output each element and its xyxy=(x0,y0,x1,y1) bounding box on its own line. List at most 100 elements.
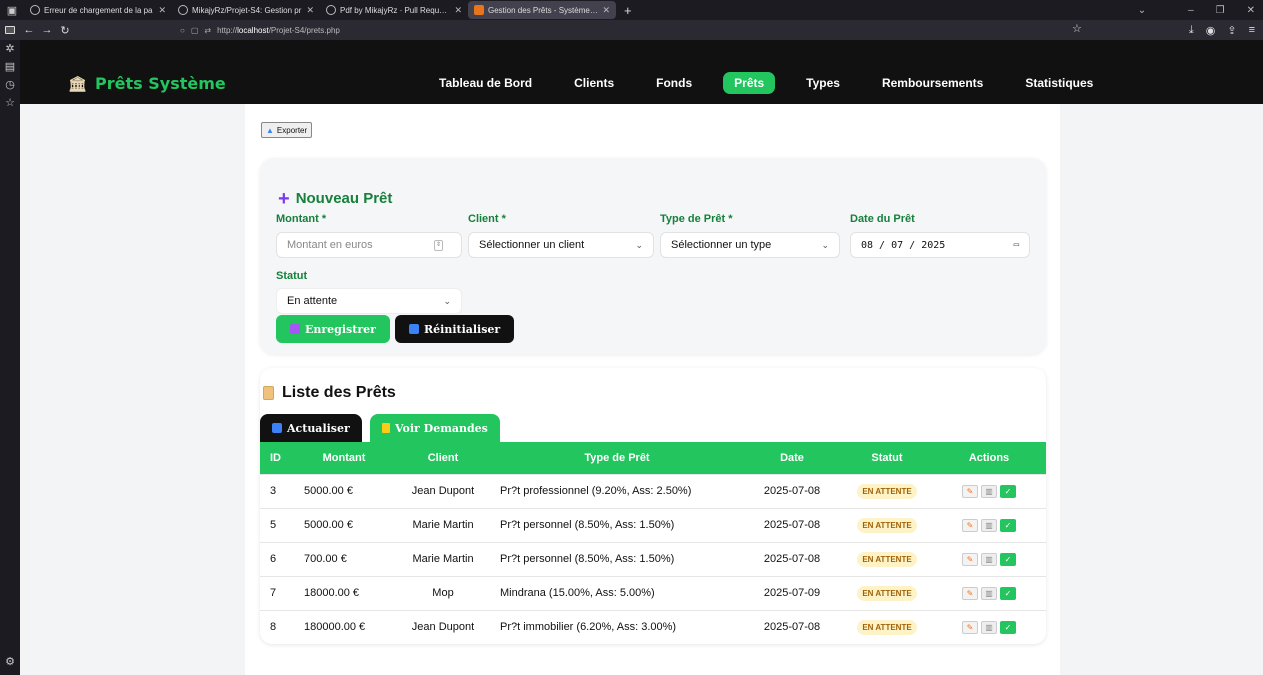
settings-gear-icon[interactable]: ⚙ xyxy=(0,653,20,671)
loans-table: ID Montant Client Type de Prêt Date Stat… xyxy=(260,442,1046,644)
browser-tab-bar: ▣ Erreur de chargement de la pa ✕ Mikajy… xyxy=(0,0,1263,20)
export-icon: ▲ xyxy=(266,125,274,135)
extensions-icon[interactable]: ⇪ xyxy=(1227,24,1236,37)
tab-title: Pdf by MikajyRz · Pull Request # xyxy=(340,5,451,15)
github-icon xyxy=(326,5,336,15)
restore-icon[interactable]: ❐ xyxy=(1216,5,1225,16)
url-bar[interactable]: ○ ▢ ⇄ http://localhost/Projet-S4/prets.p… xyxy=(180,22,1110,38)
close-window-icon[interactable]: ✕ xyxy=(1247,5,1255,16)
delete-trash-icon[interactable]: ▥ xyxy=(981,620,997,634)
montant-input[interactable]: Montant en euros ⇕ xyxy=(276,232,462,258)
edit-pencil-icon[interactable]: ✎ xyxy=(962,518,978,532)
close-tab-icon[interactable]: ✕ xyxy=(158,5,166,16)
cell-client: Jean Dupont xyxy=(394,473,492,508)
menu-icon[interactable]: ≡ xyxy=(1249,24,1255,36)
cell-statut: EN ATTENTE xyxy=(842,507,932,542)
cell-id: 8 xyxy=(260,609,294,644)
new-tab-icon[interactable]: + xyxy=(616,3,640,18)
browser-tab[interactable]: MikajyRz/Projet-S4: Gestion pr ✕ xyxy=(172,1,320,19)
back-icon[interactable]: ← xyxy=(20,24,38,36)
menu-item-remboursements[interactable]: Remboursements xyxy=(871,72,994,94)
menu-item-clients[interactable]: Clients xyxy=(563,72,625,94)
cell-actions: ✎ ▥ ✓ xyxy=(932,541,1046,576)
menu-item-prets[interactable]: Prêts xyxy=(723,72,776,94)
bookmarks-icon[interactable]: ☆ xyxy=(0,94,20,112)
calendar-icon[interactable]: ▭ xyxy=(1014,240,1019,250)
browser-tab[interactable]: Pdf by MikajyRz · Pull Request # ✕ xyxy=(320,1,468,19)
ai-chat-icon[interactable]: ✲ xyxy=(0,40,20,58)
table-row: 5 5000.00 € Marie Martin Pr?t personnel … xyxy=(260,507,1046,542)
sidebar-toggle-icon[interactable] xyxy=(0,20,20,40)
approve-check-icon[interactable]: ✓ xyxy=(1000,484,1016,498)
browser-sidebar: ✲ ▤ ◷ ☆ ⚙ xyxy=(0,40,20,675)
edit-pencil-icon[interactable]: ✎ xyxy=(962,620,978,634)
date-value: 08 / 07 / 2025 xyxy=(861,239,946,251)
refresh-icon xyxy=(272,423,282,433)
chevron-down-icon: ⌄ xyxy=(821,239,829,250)
edit-pencil-icon[interactable]: ✎ xyxy=(962,484,978,498)
status-badge: EN ATTENTE xyxy=(857,619,917,635)
table-row: 3 5000.00 € Jean Dupont Pr?t professionn… xyxy=(260,473,1046,508)
minimize-icon[interactable]: – xyxy=(1188,5,1194,16)
save-label: Enregistrer xyxy=(305,322,376,336)
reset-button[interactable]: Réinitialiser xyxy=(395,315,515,343)
account-icon[interactable]: ◉ xyxy=(1206,24,1216,37)
save-button[interactable]: Enregistrer xyxy=(276,315,390,343)
cell-client: Marie Martin xyxy=(394,507,492,542)
synced-tabs-icon[interactable]: ▤ xyxy=(0,58,20,76)
tab-title: Erreur de chargement de la pa xyxy=(44,5,153,15)
browser-tab[interactable]: Erreur de chargement de la pa ✕ xyxy=(24,1,172,19)
menu-item-statistiques[interactable]: Statistiques xyxy=(1014,72,1104,94)
menu-item-fonds[interactable]: Fonds xyxy=(645,72,703,94)
approve-check-icon[interactable]: ✓ xyxy=(1000,552,1016,566)
forward-icon[interactable]: → xyxy=(38,24,56,36)
tab-overview-icon[interactable]: ▣ xyxy=(0,0,24,20)
type-select[interactable]: Sélectionner un type ⌄ xyxy=(660,232,840,258)
delete-trash-icon[interactable]: ▥ xyxy=(981,586,997,600)
tab-list-chevron-icon[interactable]: ⌄ xyxy=(1138,5,1146,16)
chevron-down-icon: ⌄ xyxy=(635,239,643,250)
cell-type: Pr?t professionnel (9.20%, Ass: 2.50%) xyxy=(492,473,742,508)
browser-tab-active[interactable]: Gestion des Prêts - Système de ✕ xyxy=(468,1,616,19)
approve-check-icon[interactable]: ✓ xyxy=(1000,518,1016,532)
delete-trash-icon[interactable]: ▥ xyxy=(981,552,997,566)
refresh-button[interactable]: Actualiser xyxy=(260,414,362,442)
status-badge: EN ATTENTE xyxy=(857,483,917,499)
cell-id: 6 xyxy=(260,541,294,576)
close-tab-icon[interactable]: ✕ xyxy=(602,5,610,16)
client-select-value: Sélectionner un client xyxy=(479,239,585,251)
number-spinner-icon[interactable]: ⇕ xyxy=(434,239,443,251)
shield-icon: ○ xyxy=(180,25,185,35)
cell-statut: EN ATTENTE xyxy=(842,541,932,576)
menu-item-dashboard[interactable]: Tableau de Bord xyxy=(428,72,543,94)
cell-montant: 180000.00 € xyxy=(294,609,394,644)
window-controls: ⌄ – ❐ ✕ xyxy=(1138,0,1255,20)
download-icon[interactable]: ⤓ xyxy=(1189,24,1194,37)
approve-check-icon[interactable]: ✓ xyxy=(1000,620,1016,634)
tab-title: MikajyRz/Projet-S4: Gestion pr xyxy=(192,5,302,15)
edit-pencil-icon[interactable]: ✎ xyxy=(962,586,978,600)
github-icon xyxy=(178,5,188,15)
delete-trash-icon[interactable]: ▥ xyxy=(981,518,997,532)
document-icon xyxy=(382,423,390,433)
reload-icon[interactable]: ↻ xyxy=(56,24,74,37)
statut-select[interactable]: En attente ⌄ xyxy=(276,288,462,314)
view-requests-button[interactable]: Voir Demandes xyxy=(370,414,500,442)
history-icon[interactable]: ◷ xyxy=(0,76,20,94)
info-icon xyxy=(30,5,40,15)
date-input[interactable]: 08 / 07 / 2025 ▭ xyxy=(850,232,1030,258)
column-header-montant: Montant xyxy=(322,451,366,464)
brand[interactable]: 🏛 Prêts Système xyxy=(68,74,226,93)
edit-pencil-icon[interactable]: ✎ xyxy=(962,552,978,566)
approve-check-icon[interactable]: ✓ xyxy=(1000,586,1016,600)
bookmark-star-icon[interactable]: ☆ xyxy=(1072,22,1082,35)
type-select-value: Sélectionner un type xyxy=(671,239,772,251)
delete-trash-icon[interactable]: ▥ xyxy=(981,484,997,498)
close-tab-icon[interactable]: ✕ xyxy=(306,5,314,16)
cell-client: Jean Dupont xyxy=(394,609,492,644)
client-select[interactable]: Sélectionner un client ⌄ xyxy=(468,232,654,258)
export-button[interactable]: ▲ Exporter xyxy=(261,122,313,138)
close-tab-icon[interactable]: ✕ xyxy=(454,5,462,16)
menu-item-types[interactable]: Types xyxy=(795,72,851,94)
type-label: Type de Prêt * xyxy=(660,213,733,225)
